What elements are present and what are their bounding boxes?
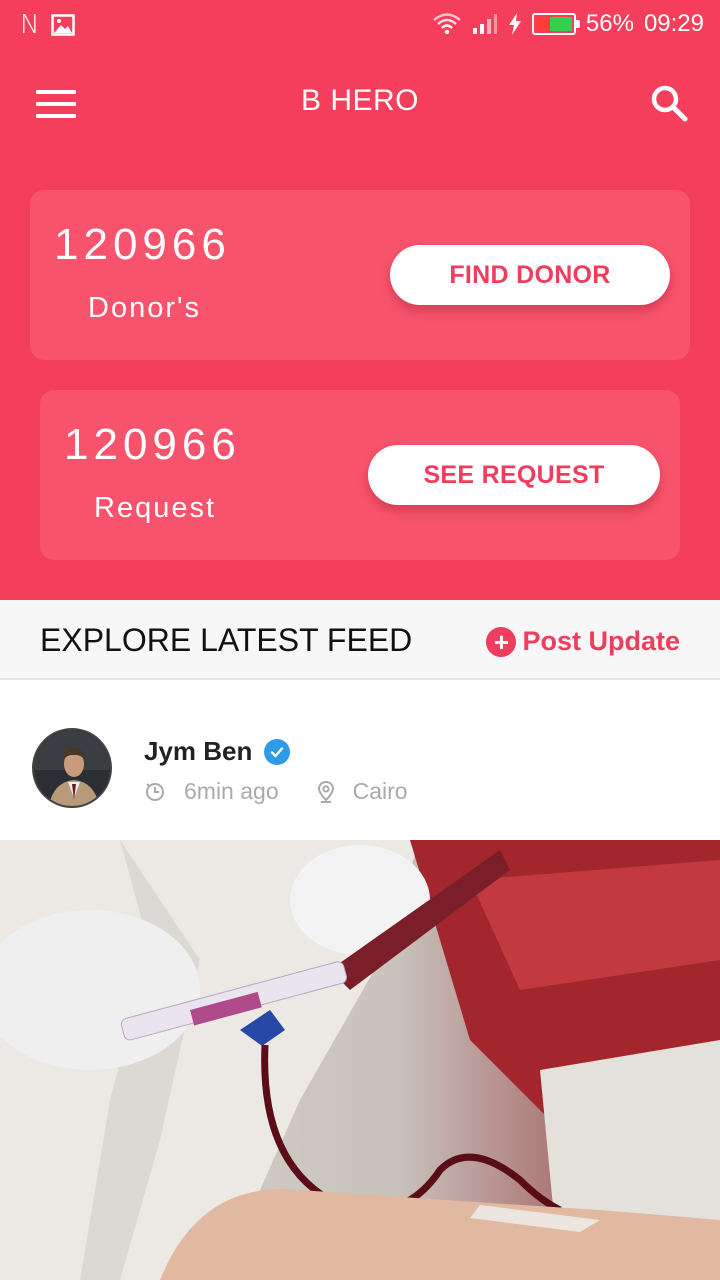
post-header: Jym Ben 6min ago Cairo: [0, 682, 720, 840]
post-update-button[interactable]: + Post Update: [486, 626, 680, 657]
author-name-text: Jym Ben: [144, 736, 253, 766]
clock: 09:29: [643, 10, 704, 37]
clock-icon: [146, 782, 164, 801]
find-donor-button[interactable]: FIND DONOR: [390, 245, 670, 305]
app-title: B HERO: [300, 84, 420, 117]
donors-card: 120966 Donor's FIND DONOR: [30, 190, 690, 360]
battery-icon: [531, 13, 580, 35]
requests-card: 120966 Request SEE REQUEST: [40, 390, 680, 560]
image-icon: [51, 14, 76, 36]
header: N 56% 09:29 B HERO 120966 Donor's FIND D…: [0, 0, 720, 600]
app-bar: B HERO: [0, 60, 720, 148]
request-label: Request: [94, 492, 217, 524]
see-request-button[interactable]: SEE REQUEST: [368, 445, 660, 505]
feed-header: EXPLORE LATEST FEED + Post Update: [0, 600, 720, 680]
author-name[interactable]: Jym Ben: [144, 736, 291, 767]
charging-icon: [508, 13, 521, 35]
location-icon: [317, 780, 334, 803]
post-image[interactable]: [0, 840, 720, 1280]
post-update-label: Post Update: [522, 626, 680, 656]
battery-percent: 56%: [585, 10, 634, 37]
post-time: 6min ago: [184, 778, 279, 804]
post-location: Cairo: [352, 778, 408, 804]
verified-icon: [264, 738, 291, 765]
status-bar: N 56% 09:29: [0, 0, 720, 52]
n-icon: N: [20, 10, 40, 40]
wifi-icon: [433, 13, 461, 35]
search-icon[interactable]: [648, 82, 692, 126]
feed-title: EXPLORE LATEST FEED: [40, 622, 413, 658]
plus-icon: +: [486, 626, 517, 657]
avatar[interactable]: [32, 728, 112, 808]
post-meta: 6min ago Cairo: [144, 778, 408, 805]
donor-label: Donor's: [88, 292, 202, 324]
request-count: 120966: [64, 420, 241, 469]
donor-count: 120966: [54, 220, 231, 269]
signal-icon: [472, 14, 497, 34]
